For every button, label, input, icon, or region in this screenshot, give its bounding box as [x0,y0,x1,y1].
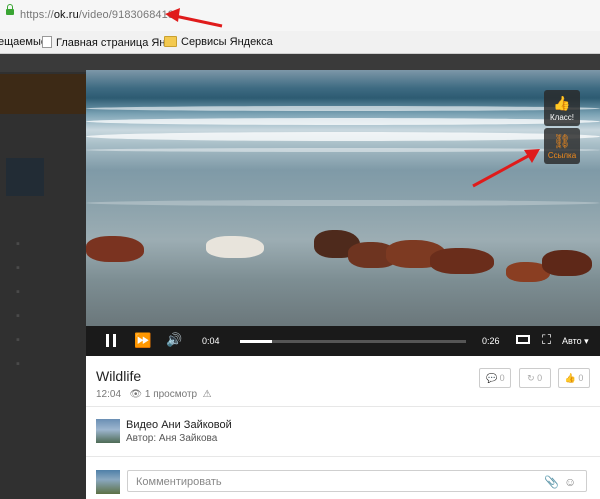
comment-count-button[interactable]: 💬 0 [479,368,512,388]
sidebar-link: ▪ [16,238,20,250]
smiley-icon[interactable]: ☺ [564,471,576,493]
paperclip-icon[interactable]: 📎 [544,471,559,493]
sidebar-link: ▪ [16,262,20,274]
pause-icon[interactable] [106,334,109,347]
class-count-button[interactable]: 👍 0 [558,368,590,388]
link-button[interactable]: ⛓ Ссылка [544,128,580,164]
divider [86,406,600,407]
bookmarks-bar: ещаемые Главная страница Ян... Сервисы Я… [0,31,600,54]
video-date: 12:04 [96,389,122,400]
bookmark-item[interactable]: Главная страница Ян... [42,36,175,49]
divider [86,456,600,457]
theater-mode-icon[interactable] [516,335,530,344]
lock-icon [6,4,14,15]
player-controls: ⏩ 🔊 0:04 0:26 ⛶ Авто ▾ [86,326,600,356]
wave [86,148,600,152]
address-bar[interactable]: https://ok.ru/video/91830684181 [0,0,600,32]
horse [430,248,494,274]
profile-thumb [6,158,44,196]
sidebar-link: ▪ [16,358,20,370]
share-count-button[interactable]: ↻ 0 [518,368,551,388]
horse [542,250,592,276]
fullscreen-icon[interactable]: ⛶ [542,332,551,348]
progress-bar[interactable] [240,340,466,343]
wave [86,106,600,111]
album-author: Автор: Аня Зайкова [126,433,218,444]
thumbs-up-icon: 👍 [553,95,571,111]
sidebar-link: ▪ [16,334,20,346]
url-text[interactable]: https://ok.ru/video/91830684181 [20,9,180,21]
current-time: 0:04 [202,336,220,346]
horse [86,236,144,262]
wave [86,132,600,141]
horse-white [206,236,264,258]
wave [86,118,600,125]
folder-icon [164,36,177,47]
total-time: 0:26 [482,336,500,346]
comment-input[interactable]: Комментировать 📎 ☺ [127,470,587,492]
bookmark-item[interactable]: Сервисы Яндекса [164,36,273,48]
eye-icon: 👁 [129,389,143,400]
wave [86,200,600,206]
view-label: просмотр [153,389,198,400]
video-frame[interactable]: 👍 Класс! ⛓ Ссылка ⏩ 🔊 0:04 0:26 ⛶ Авто ▾ [86,70,600,356]
quality-selector[interactable]: Авто ▾ [562,336,589,347]
comment-placeholder: Комментировать [136,476,222,488]
sidebar-link: ▪ [16,286,20,298]
author-link[interactable]: Аня Зайкова [159,433,217,444]
action-buttons: 💬 0 ↻ 0 👍 0 [475,368,590,388]
user-avatar [96,470,120,494]
album-title[interactable]: Видео Ани Зайковой [126,419,232,431]
progress-fill [240,340,272,343]
video-modal: 👍 Класс! ⛓ Ссылка ⏩ 🔊 0:04 0:26 ⛶ Авто ▾… [86,70,600,499]
page-icon [42,36,52,48]
bookmark-item[interactable]: ещаемые [0,36,47,48]
sidebar-link: ▪ [16,310,20,322]
like-button[interactable]: 👍 Класс! [544,90,580,126]
view-count: 1 [144,389,151,400]
skip-forward-icon[interactable]: ⏩ [134,332,151,349]
site-logo-area [0,74,86,114]
video-meta: 12:04 👁 1 просмотр ⚠ [96,389,212,400]
video-title: Wildlife [96,368,142,384]
volume-icon[interactable]: 🔊 [166,332,182,348]
warning-icon[interactable]: ⚠ [203,389,212,400]
album-thumbnail[interactable] [96,419,120,443]
link-icon: ⛓ [553,133,571,149]
